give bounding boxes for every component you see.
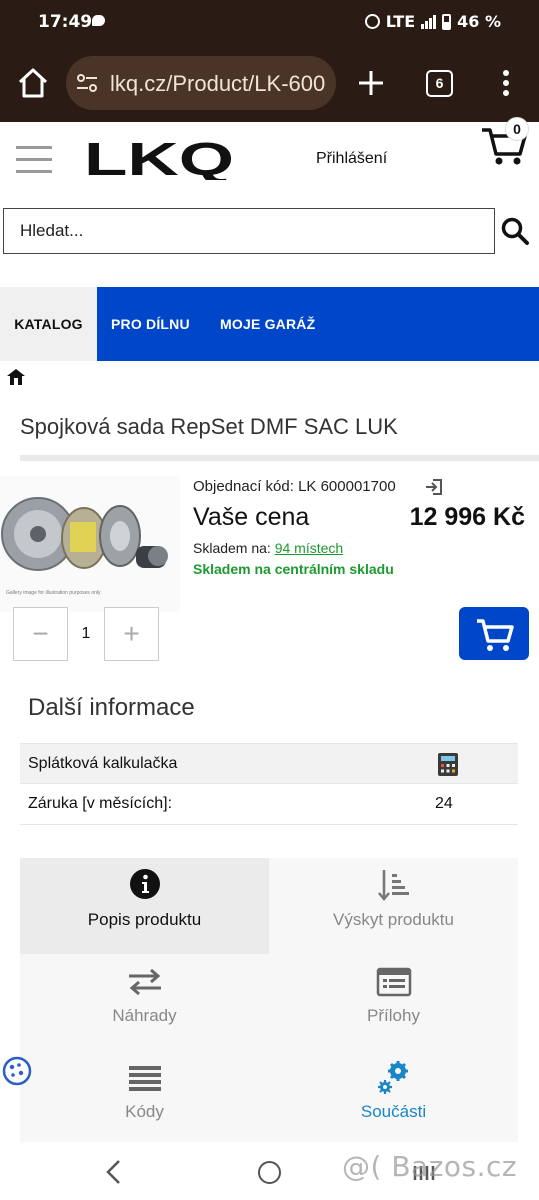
search-icon[interactable] <box>500 216 530 246</box>
hamburger-menu-icon[interactable] <box>16 146 52 176</box>
stock-prefix: Skladem na: <box>193 540 275 556</box>
stock-central-status: Skladem na centrálním skladu <box>193 561 394 577</box>
site-settings-icon[interactable] <box>76 73 98 93</box>
swap-icon <box>129 968 161 996</box>
tab-components[interactable]: Součásti <box>269 1050 518 1146</box>
new-tab-icon[interactable] <box>356 68 386 98</box>
tile-label: Kódy <box>125 1102 164 1121</box>
tile-label: Výskyt produktu <box>333 910 454 929</box>
watermark: @( Bazos.cz <box>342 1150 518 1183</box>
info-icon <box>130 869 160 899</box>
quantity-value[interactable]: 1 <box>68 607 104 661</box>
title-divider <box>20 455 539 461</box>
tab-replacements[interactable]: Náhrady <box>20 954 269 1050</box>
tab-product-description[interactable]: Popis produktu <box>20 858 269 954</box>
home-button-icon[interactable] <box>258 1161 281 1184</box>
tab-codes[interactable]: Kódy <box>20 1050 269 1146</box>
tab-switcher-button[interactable]: 6 <box>426 70 453 97</box>
product-image[interactable]: Gallery image for illustration purposes … <box>0 476 180 612</box>
order-code: Objednací kód: LK 600001700 <box>193 478 396 495</box>
browser-toolbar: lkq.cz/Product/LK-600 6 <box>0 44 539 122</box>
search-input[interactable] <box>3 208 495 254</box>
chat-notification-icon <box>92 15 105 26</box>
network-label: LTE <box>385 12 416 31</box>
table-row: Záruka [v měsících]: 24 <box>20 784 518 825</box>
tile-label: Popis produktu <box>87 910 202 929</box>
quantity-decrease-button[interactable]: − <box>13 607 68 661</box>
price-value: 12 996 Kč <box>409 503 525 531</box>
overflow-menu-icon[interactable] <box>496 68 516 98</box>
product-title: Spojková sada RepSet DMF SAC LUK <box>20 414 398 439</box>
svg-text:LKQ: LKQ <box>84 138 234 180</box>
home-icon[interactable] <box>16 66 50 100</box>
battery-level: 46 % <box>457 12 501 31</box>
main-navigation: KATALOG PRO DÍLNU MOJE GARÁŽ <box>0 287 539 361</box>
battery-icon <box>442 13 452 30</box>
signal-icon <box>421 14 437 29</box>
attachment-icon <box>376 967 412 997</box>
lkq-logo[interactable]: LKQ <box>84 138 236 180</box>
copy-code-icon[interactable] <box>424 477 444 497</box>
price-label: Vaše cena <box>193 503 310 531</box>
warranty-label: Záruka [v měsících]: <box>28 795 173 812</box>
sort-icon <box>378 870 409 901</box>
quantity-increase-button[interactable]: + <box>104 607 159 661</box>
breadcrumb-home-icon[interactable] <box>6 368 26 386</box>
tile-label: Součásti <box>360 1102 427 1121</box>
cart-icon <box>477 619 514 651</box>
status-bar: 17:49 LTE 46 % <box>0 0 539 44</box>
product-sections-grid: Popis produktu Výskyt produktu Náhrady P… <box>20 858 518 1142</box>
calculator-icon[interactable] <box>437 752 459 777</box>
tab-katalog[interactable]: KATALOG <box>0 287 97 361</box>
info-table: Splátková kalkulačka Záruka [v měsících]… <box>20 743 518 825</box>
login-link[interactable]: Přihlášení <box>316 150 387 168</box>
status-right: LTE 46 % <box>364 12 501 31</box>
tab-pro-dilnu[interactable]: PRO DÍLNU <box>111 287 190 361</box>
tab-moje-garaz[interactable]: MOJE GARÁŽ <box>220 287 315 361</box>
alarm-icon <box>364 14 380 29</box>
list-icon <box>129 1066 161 1091</box>
back-icon[interactable] <box>104 1159 124 1185</box>
tile-label: Přílohy <box>367 1006 420 1025</box>
tab-product-occurrence[interactable]: Výskyt produktu <box>269 858 518 954</box>
address-bar[interactable]: lkq.cz/Product/LK-600 <box>66 56 336 110</box>
cart-count-badge: 0 <box>505 117 529 141</box>
tab-attachments[interactable]: Přílohy <box>269 954 518 1050</box>
url-text: lkq.cz/Product/LK-600 <box>110 71 326 96</box>
image-caption: Gallery image for illustration purposes … <box>6 590 101 596</box>
cookie-settings-icon[interactable] <box>2 1056 32 1086</box>
more-info-heading: Další informace <box>28 694 195 721</box>
tile-label: Náhrady <box>112 1006 177 1025</box>
warranty-value: 24 <box>435 795 453 812</box>
stock-locations-link[interactable]: 94 místech <box>275 540 343 556</box>
table-row: Splátková kalkulačka <box>20 743 518 784</box>
stock-info: Skladem na: 94 místech <box>193 540 343 556</box>
status-time: 17:49 <box>38 12 93 32</box>
installment-calculator-label: Splátková kalkulačka <box>28 755 178 772</box>
gears-icon <box>378 1061 408 1094</box>
add-to-cart-button[interactable] <box>459 607 529 660</box>
